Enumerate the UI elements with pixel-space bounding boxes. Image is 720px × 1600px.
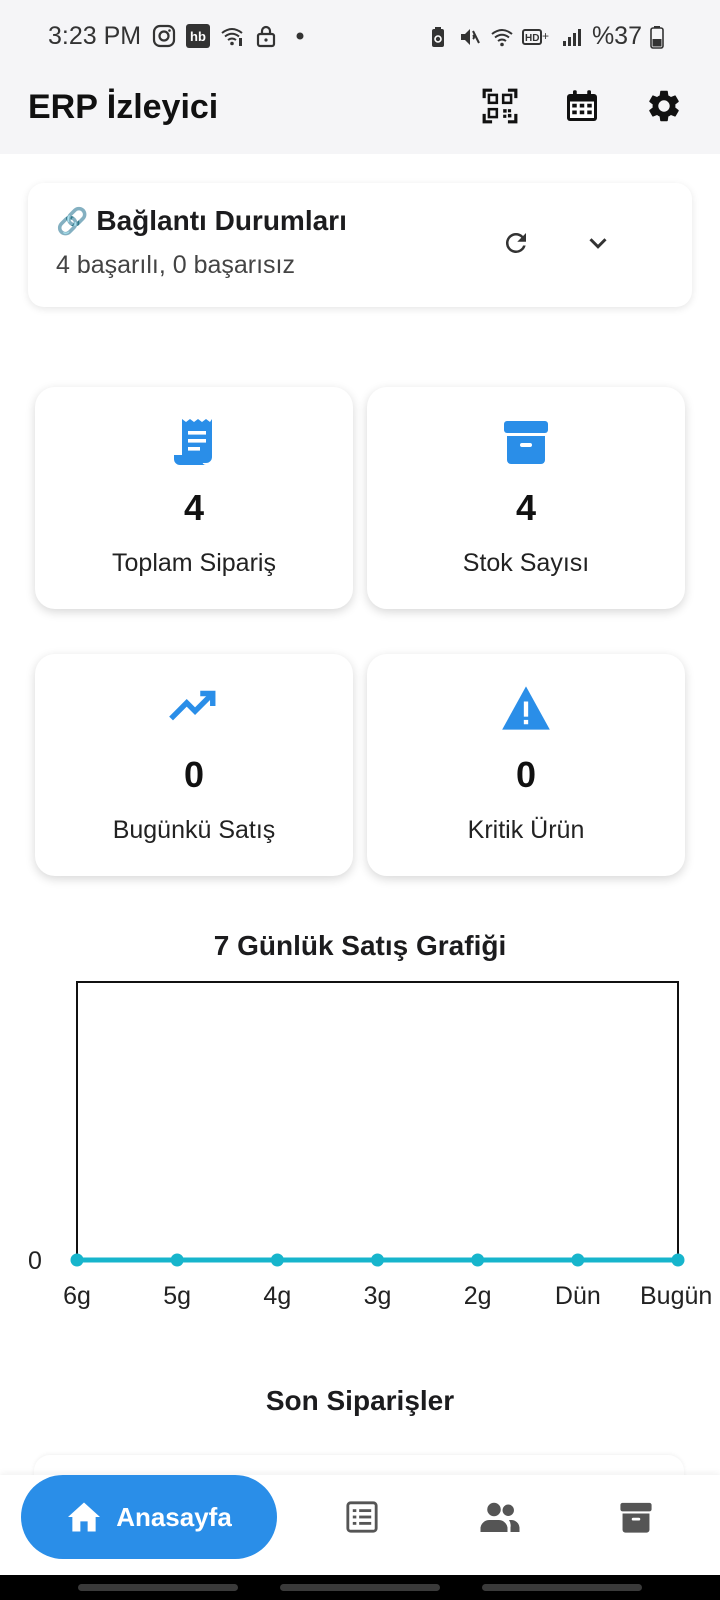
nav-stock-button[interactable] [614, 1495, 658, 1539]
archive-icon [620, 1502, 652, 1533]
app-title: ERP İzleyici [28, 88, 219, 126]
status-time: 3:23 PM [48, 22, 142, 50]
stat-label: Toplam Sipariş [112, 549, 276, 577]
nav-customers-button[interactable] [478, 1495, 522, 1539]
status-right: HD + %37 [426, 22, 664, 51]
qr-code-icon [482, 88, 518, 124]
nav-home-label: Anasayfa [116, 1501, 232, 1532]
nav-home-button[interactable]: Anasayfa [21, 1475, 277, 1559]
link-icon: 🔗 [56, 205, 89, 236]
instagram-icon [152, 24, 176, 48]
dot-icon [296, 32, 304, 40]
stat-card-stock-count[interactable]: 4 Stok Sayısı [367, 387, 685, 609]
signal-icon [562, 28, 581, 46]
stat-card-today-sales[interactable]: 0 Bugünkü Satış [35, 654, 353, 876]
stat-value: 0 [515, 754, 537, 795]
connection-title-text: Bağlantı Durumları [96, 205, 347, 236]
x-tick-label: 6g [63, 1282, 91, 1310]
data-point[interactable] [371, 1253, 384, 1267]
calendar-button[interactable] [560, 84, 604, 128]
stat-card-critical-products[interactable]: 0 Kritik Ürün [367, 654, 685, 876]
stat-value: 4 [183, 487, 205, 528]
gesture-bar [0, 1575, 720, 1600]
y-tick-label: 0 [28, 1247, 42, 1275]
x-tick-label: 4g [263, 1282, 291, 1310]
hd-plus-icon: HD + [521, 28, 549, 45]
gesture-pill[interactable] [280, 1584, 440, 1591]
recent-orders-title: Son Siparişler [265, 1385, 455, 1416]
app-bar: ERP İzleyici [0, 76, 720, 154]
nav-orders-button[interactable] [340, 1495, 384, 1539]
x-tick-label: 3g [364, 1282, 392, 1310]
x-tick-label: Bugün [640, 1282, 712, 1310]
stat-label: Kritik Ürün [467, 816, 585, 844]
trending-up-icon [169, 690, 216, 721]
x-tick-label: 5g [163, 1282, 191, 1310]
status-left-icons: hb [152, 24, 312, 48]
settings-icon [649, 90, 679, 122]
refresh-icon [505, 232, 526, 253]
data-point[interactable] [170, 1253, 184, 1267]
wifi-icon [491, 28, 513, 46]
connection-status-card[interactable]: 🔗 Bağlantı Durumları 4 başarılı, 0 başar… [28, 183, 692, 307]
inventory-icon [504, 421, 548, 464]
chart-title: 7 Günlük Satış Grafiği [213, 930, 507, 961]
svg-text:+: + [542, 29, 549, 43]
gesture-pill[interactable] [78, 1584, 238, 1591]
mute-icon [460, 28, 480, 45]
calendar-icon [567, 90, 597, 121]
expand-button[interactable] [576, 221, 620, 265]
battery-saver-icon [431, 26, 444, 47]
stat-card-total-orders[interactable]: 4 Toplam Sipariş [35, 387, 353, 609]
bottom-navigation: Anasayfa [0, 1475, 720, 1575]
settings-button[interactable] [642, 84, 686, 128]
refresh-button[interactable] [494, 221, 538, 265]
stat-value: 4 [515, 487, 537, 528]
status-bar: 3:23 PM hb HD + %37 [0, 0, 720, 76]
connection-title: 🔗 Bağlantı Durumları [56, 205, 347, 237]
sales-chart: 6g 5g 4g 3g 2g Dün Bugün 0 [28, 981, 712, 1310]
stat-label: Stok Sayısı [462, 549, 590, 577]
battery-icon [650, 25, 664, 49]
data-point[interactable] [70, 1253, 84, 1267]
warning-icon [502, 686, 550, 730]
connection-subtitle: 4 başarılı, 0 başarısız [56, 251, 296, 279]
data-point[interactable] [571, 1253, 585, 1267]
stat-value: 0 [183, 754, 205, 795]
svg-text:HD: HD [525, 33, 539, 44]
x-tick-label: Dün [555, 1282, 601, 1310]
qr-scan-button[interactable] [478, 84, 522, 128]
hb-app-icon: hb [186, 24, 210, 48]
data-point[interactable] [471, 1253, 485, 1267]
wifi-call-icon [221, 28, 243, 46]
data-point[interactable] [270, 1253, 284, 1267]
chart-frame [76, 981, 679, 1261]
stat-label: Bugünkü Satış [112, 816, 276, 844]
people-icon [480, 1502, 520, 1532]
chevron-down-icon [589, 238, 607, 249]
receipt-icon [174, 419, 212, 465]
lock-icon [256, 25, 276, 48]
list-icon [346, 1501, 378, 1533]
data-point[interactable] [671, 1253, 685, 1267]
battery-percent: %37 [591, 22, 642, 50]
x-tick-label: 2g [464, 1282, 492, 1310]
home-icon [68, 1502, 101, 1532]
gesture-pill[interactable] [482, 1584, 642, 1591]
